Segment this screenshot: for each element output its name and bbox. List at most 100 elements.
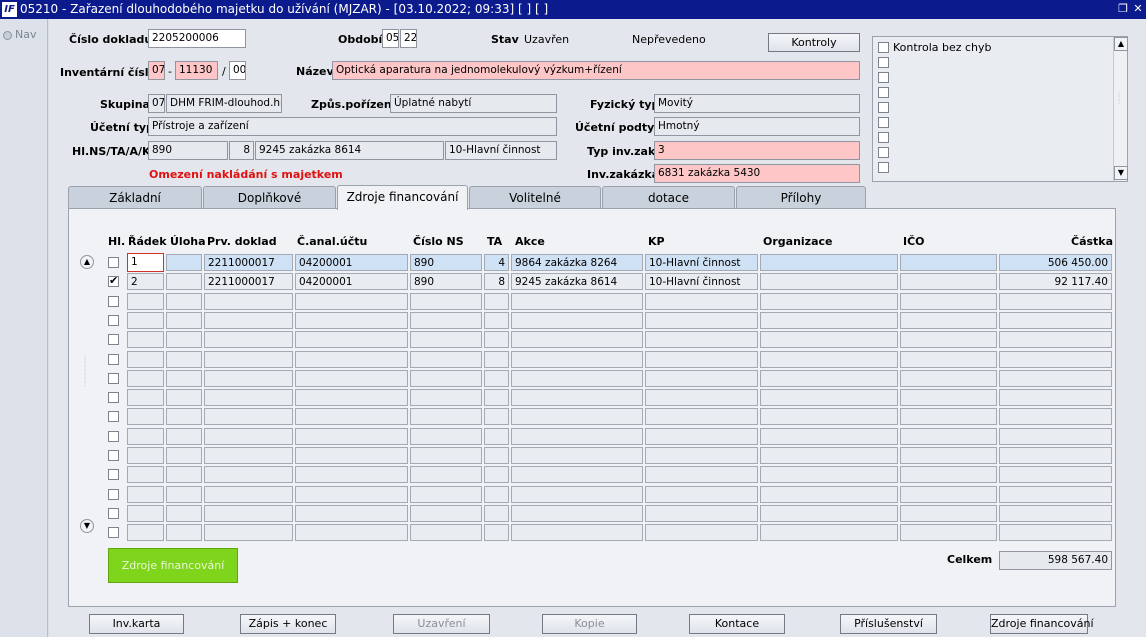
inv-cislo-part2[interactable]: 11130 (175, 61, 218, 80)
cell-uloha[interactable] (166, 312, 202, 329)
cell-prv-doklad[interactable] (204, 293, 293, 310)
cell-anal[interactable] (295, 293, 408, 310)
cell-radek[interactable] (127, 293, 164, 310)
hlns-ta-field[interactable]: 8 (229, 141, 254, 160)
cell-ta[interactable] (484, 428, 509, 445)
cell-akce[interactable] (511, 331, 643, 348)
cell-ico[interactable] (900, 466, 997, 483)
nav-label[interactable]: Nav (15, 28, 36, 41)
cell-akce[interactable] (511, 370, 643, 387)
cell-uloha[interactable] (166, 466, 202, 483)
cell-ns[interactable] (410, 370, 482, 387)
cell-radek[interactable] (127, 428, 164, 445)
row-hl-checkbox[interactable] (108, 392, 119, 403)
cell-prv-doklad[interactable] (204, 408, 293, 425)
kontroly-scrollbar[interactable]: ▲ ::: ▼ (1113, 37, 1128, 181)
cell-ico[interactable] (900, 370, 997, 387)
cell-ico[interactable] (900, 447, 997, 464)
cell-akce[interactable] (511, 505, 643, 522)
cell-akce[interactable] (511, 293, 643, 310)
check-9[interactable] (878, 162, 889, 173)
cell-prv-doklad[interactable] (204, 312, 293, 329)
cell-ta[interactable] (484, 447, 509, 464)
cell-organizace[interactable] (760, 351, 898, 368)
cell-organizace[interactable] (760, 312, 898, 329)
cell-anal[interactable]: 04200001 (295, 254, 408, 271)
tab-doplnkove[interactable]: Doplňkové (203, 186, 336, 209)
close-icon[interactable]: ✕ (1131, 2, 1145, 16)
cell-ico[interactable] (900, 389, 997, 406)
cell-ico[interactable] (900, 293, 997, 310)
check-3[interactable] (878, 72, 889, 83)
cell-ico[interactable] (900, 505, 997, 522)
fyzicky-typ-field[interactable]: Movitý (654, 94, 860, 113)
cell-anal[interactable] (295, 370, 408, 387)
cell-radek[interactable] (127, 524, 164, 541)
row-hl-checkbox[interactable] (108, 431, 119, 442)
cell-ta[interactable] (484, 331, 509, 348)
cell-radek[interactable] (127, 486, 164, 503)
cell-radek[interactable] (127, 312, 164, 329)
cell-anal[interactable] (295, 351, 408, 368)
cell-radek[interactable] (127, 505, 164, 522)
cell-ns[interactable]: 890 (410, 254, 482, 271)
row-hl-checkbox[interactable] (108, 411, 119, 422)
zpusob-porizeni-field[interactable]: Úplatné nabytí (390, 94, 557, 113)
cell-prv-doklad[interactable] (204, 447, 293, 464)
cell-prv-doklad[interactable] (204, 389, 293, 406)
cell-prv-doklad[interactable] (204, 466, 293, 483)
ucetni-podtyp-field[interactable]: Hmotný (654, 117, 860, 136)
cell-kp[interactable] (645, 428, 758, 445)
cell-uloha[interactable] (166, 273, 202, 290)
cell-castka[interactable] (999, 505, 1112, 522)
ucetni-typ-field[interactable]: Přístroje a zařízení (148, 117, 557, 136)
cell-akce[interactable] (511, 389, 643, 406)
row-hl-checkbox[interactable] (108, 469, 119, 480)
row-hl-checkbox[interactable] (108, 527, 119, 538)
skupina-field[interactable]: DHM FRIM-dlouhod.hmo (166, 94, 282, 113)
row-hl-checkbox[interactable] (108, 489, 119, 500)
cell-uloha[interactable] (166, 408, 202, 425)
cell-akce[interactable] (511, 428, 643, 445)
cell-prv-doklad[interactable] (204, 331, 293, 348)
cell-castka[interactable] (999, 524, 1112, 541)
cell-ta[interactable] (484, 524, 509, 541)
cell-kp[interactable] (645, 331, 758, 348)
cell-anal[interactable] (295, 389, 408, 406)
cell-akce[interactable] (511, 524, 643, 541)
cell-castka[interactable] (999, 370, 1112, 387)
cell-prv-doklad[interactable] (204, 370, 293, 387)
cell-kp[interactable] (645, 312, 758, 329)
cell-organizace[interactable] (760, 505, 898, 522)
cell-ns[interactable]: 890 (410, 273, 482, 290)
cell-anal[interactable] (295, 331, 408, 348)
cell-uloha[interactable] (166, 254, 202, 271)
cell-ico[interactable] (900, 254, 997, 271)
cell-anal[interactable] (295, 447, 408, 464)
cell-organizace[interactable] (760, 486, 898, 503)
check-8[interactable] (878, 147, 889, 158)
check-6[interactable] (878, 117, 889, 128)
cell-ta[interactable]: 8 (484, 273, 509, 290)
cell-radek[interactable] (127, 351, 164, 368)
cell-organizace[interactable] (760, 293, 898, 310)
cell-ns[interactable] (410, 486, 482, 503)
kontroly-button[interactable]: Kontroly (768, 33, 860, 52)
cell-ns[interactable] (410, 389, 482, 406)
cell-kp[interactable] (645, 370, 758, 387)
obdobi-month-field[interactable]: 05 (382, 29, 399, 48)
check-5[interactable] (878, 102, 889, 113)
cell-uloha[interactable] (166, 293, 202, 310)
inv-karta-button[interactable]: Inv.karta (89, 614, 184, 634)
cell-kp[interactable] (645, 486, 758, 503)
zapis-konec-button[interactable]: Zápis + konec (240, 614, 336, 634)
cell-ns[interactable] (410, 351, 482, 368)
cell-castka[interactable] (999, 486, 1112, 503)
cell-ta[interactable] (484, 370, 509, 387)
cell-radek[interactable] (127, 408, 164, 425)
skupina-code-field[interactable]: 07 (148, 94, 165, 113)
cell-kp[interactable]: 10-Hlavní činnost (645, 254, 758, 271)
cell-organizace[interactable] (760, 331, 898, 348)
cell-anal[interactable] (295, 408, 408, 425)
typ-inv-zak-field[interactable]: 3 (654, 141, 860, 160)
